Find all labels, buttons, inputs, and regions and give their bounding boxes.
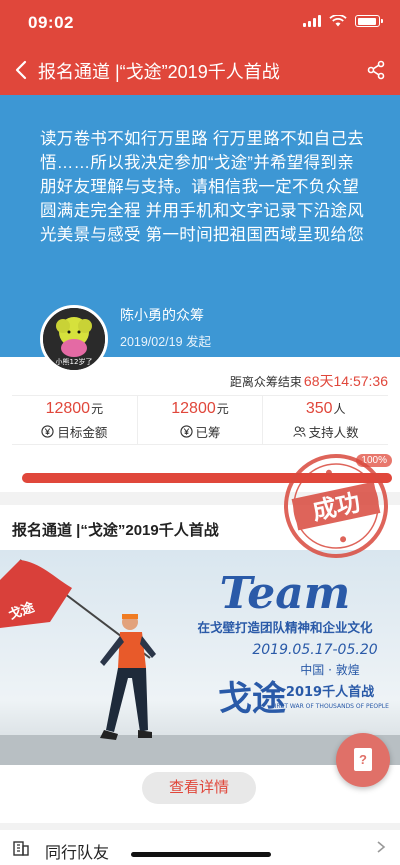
avatar-image: 小熊12岁了 (43, 308, 105, 370)
campaign-description: 读万卷书不如行万里路 行万里路不如自己去悟……所以我决定参加“戈途”并希望得到亲… (40, 130, 365, 244)
stat-supporters[interactable]: 350人 支持人数 (263, 396, 388, 444)
countdown: 距离众筹结束 68天14:57:36 (230, 371, 388, 391)
stat-target-amount: 12800元 目标金额 (12, 396, 138, 444)
banner-title: Team (220, 568, 351, 619)
avatar-caption: 小熊12岁了 (56, 357, 93, 366)
teammates-label: 同行队友 (45, 845, 110, 862)
banner-image: 戈途 Team 在戈壁打造团队精神和企业文化 2019.05.17-05.20 … (0, 550, 400, 765)
view-details-button[interactable]: 查看详情 (142, 772, 256, 804)
status-icons (303, 15, 383, 27)
stat-value: 350 (305, 400, 333, 417)
teammates-row[interactable]: 同行队友 (0, 830, 400, 865)
countdown-value: 68天14:57:36 (303, 373, 388, 389)
page-title: 报名通道 |“戈途”2019千人首战 (38, 62, 280, 82)
stat-unit: 元 (216, 402, 229, 416)
stat-raised-amount: 12800元 已筹 (138, 396, 264, 444)
stat-unit: 元 (91, 402, 104, 416)
countdown-label: 距离众筹结束 (229, 375, 302, 389)
status-bar: 09:02 (0, 0, 400, 44)
status-time: 09:02 (28, 13, 74, 32)
stat-label: 目标金额 (57, 426, 108, 440)
banner-brand: 戈途 (218, 679, 286, 719)
people-icon (293, 426, 306, 437)
article-title: 报名通道 |“戈途”2019千人首战 (12, 522, 219, 539)
header-bar: 09:02 报名通道 |“戈途”2019千人首战 (0, 0, 400, 95)
back-arrow-icon[interactable] (12, 58, 32, 82)
help-doc-icon: ? (354, 748, 372, 771)
battery-icon (355, 15, 383, 27)
nav-bar: 报名通道 |“戈途”2019千人首战 (0, 48, 400, 92)
banner-slogan: 在戈壁打造团队精神和企业文化 (197, 620, 373, 635)
yen-coin-icon (179, 425, 193, 438)
building-icon (13, 841, 29, 856)
banner-location: 中国 · 敦煌 (300, 662, 359, 677)
home-indicator (131, 852, 271, 857)
signal-icon (303, 15, 321, 27)
campaign-date: 2019/02/19 发起 (120, 335, 212, 349)
campaign-owner[interactable]: 陈小勇的众筹 (120, 305, 204, 325)
banner-tag: 2019千人首战 (286, 684, 374, 700)
share-icon[interactable] (366, 60, 386, 80)
stat-row: 12800元 目标金额 12800元 已筹 350人 支持人数 (12, 395, 388, 445)
banner-dates: 2019.05.17-05.20 (252, 642, 377, 658)
stat-label: 已筹 (195, 426, 221, 440)
stat-value: 12800 (45, 400, 91, 417)
yen-coin-icon (41, 425, 54, 438)
stat-unit: 人 (333, 402, 346, 416)
help-fab-button[interactable]: ? (336, 733, 390, 787)
stat-value: 12800 (171, 400, 216, 417)
wifi-icon (329, 15, 347, 27)
chevron-right-icon (377, 841, 386, 853)
success-stamp: 成功 (284, 454, 388, 558)
stat-label: 支持人数 (308, 426, 359, 440)
avatar[interactable]: 小熊12岁了 (40, 305, 108, 373)
article-banner[interactable]: 戈途 Team 在戈壁打造团队精神和企业文化 2019.05.17-05.20 … (0, 550, 400, 765)
banner-en: FIRST WAR OF THOUSANDS OF PEOPLE (271, 703, 389, 710)
